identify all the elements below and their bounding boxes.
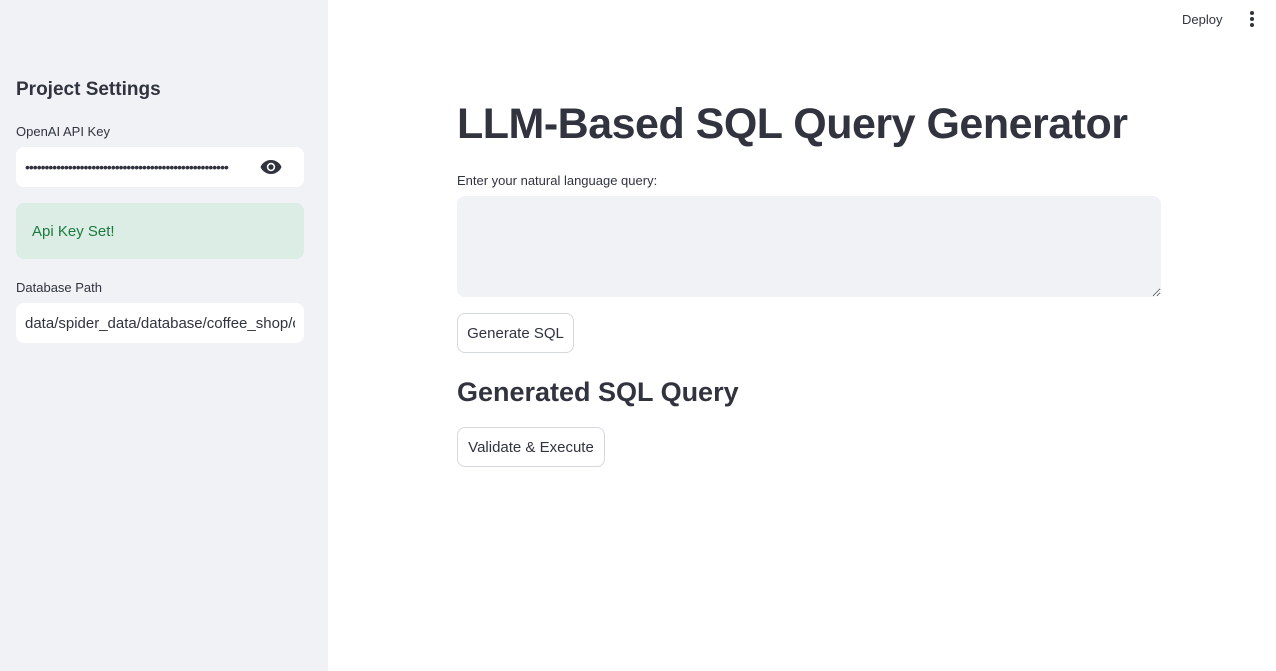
api-key-masked-value[interactable]: ••••••••••••••••••••••••••••••••••••••••… [25, 157, 261, 177]
sidebar: Project Settings OpenAI API Key ••••••••… [0, 0, 328, 671]
generated-sql-heading: Generated SQL Query [457, 377, 739, 407]
page-title: LLM-Based SQL Query Generator [457, 100, 1128, 148]
database-path-label: Database Path [16, 280, 103, 295]
sidebar-title: Project Settings [16, 79, 161, 100]
show-password-eye-icon[interactable] [258, 157, 284, 177]
api-key-success-alert: Api Key Set! [16, 203, 304, 259]
validate-execute-button[interactable]: Validate & Execute [457, 427, 605, 467]
success-message: Api Key Set! [32, 222, 115, 240]
deploy-button[interactable]: Deploy [1172, 8, 1232, 32]
database-path-input[interactable] [16, 303, 304, 343]
generate-sql-button[interactable]: Generate SQL [457, 313, 574, 353]
query-label: Enter your natural language query: [457, 173, 658, 188]
api-key-input[interactable]: ••••••••••••••••••••••••••••••••••••••••… [16, 147, 304, 187]
query-textarea-container[interactable] [457, 196, 1161, 297]
api-key-label: OpenAI API Key [16, 124, 110, 139]
kebab-menu-icon[interactable] [1244, 9, 1260, 29]
natural-language-query-input[interactable] [457, 196, 1161, 297]
database-path-field[interactable] [16, 303, 304, 343]
